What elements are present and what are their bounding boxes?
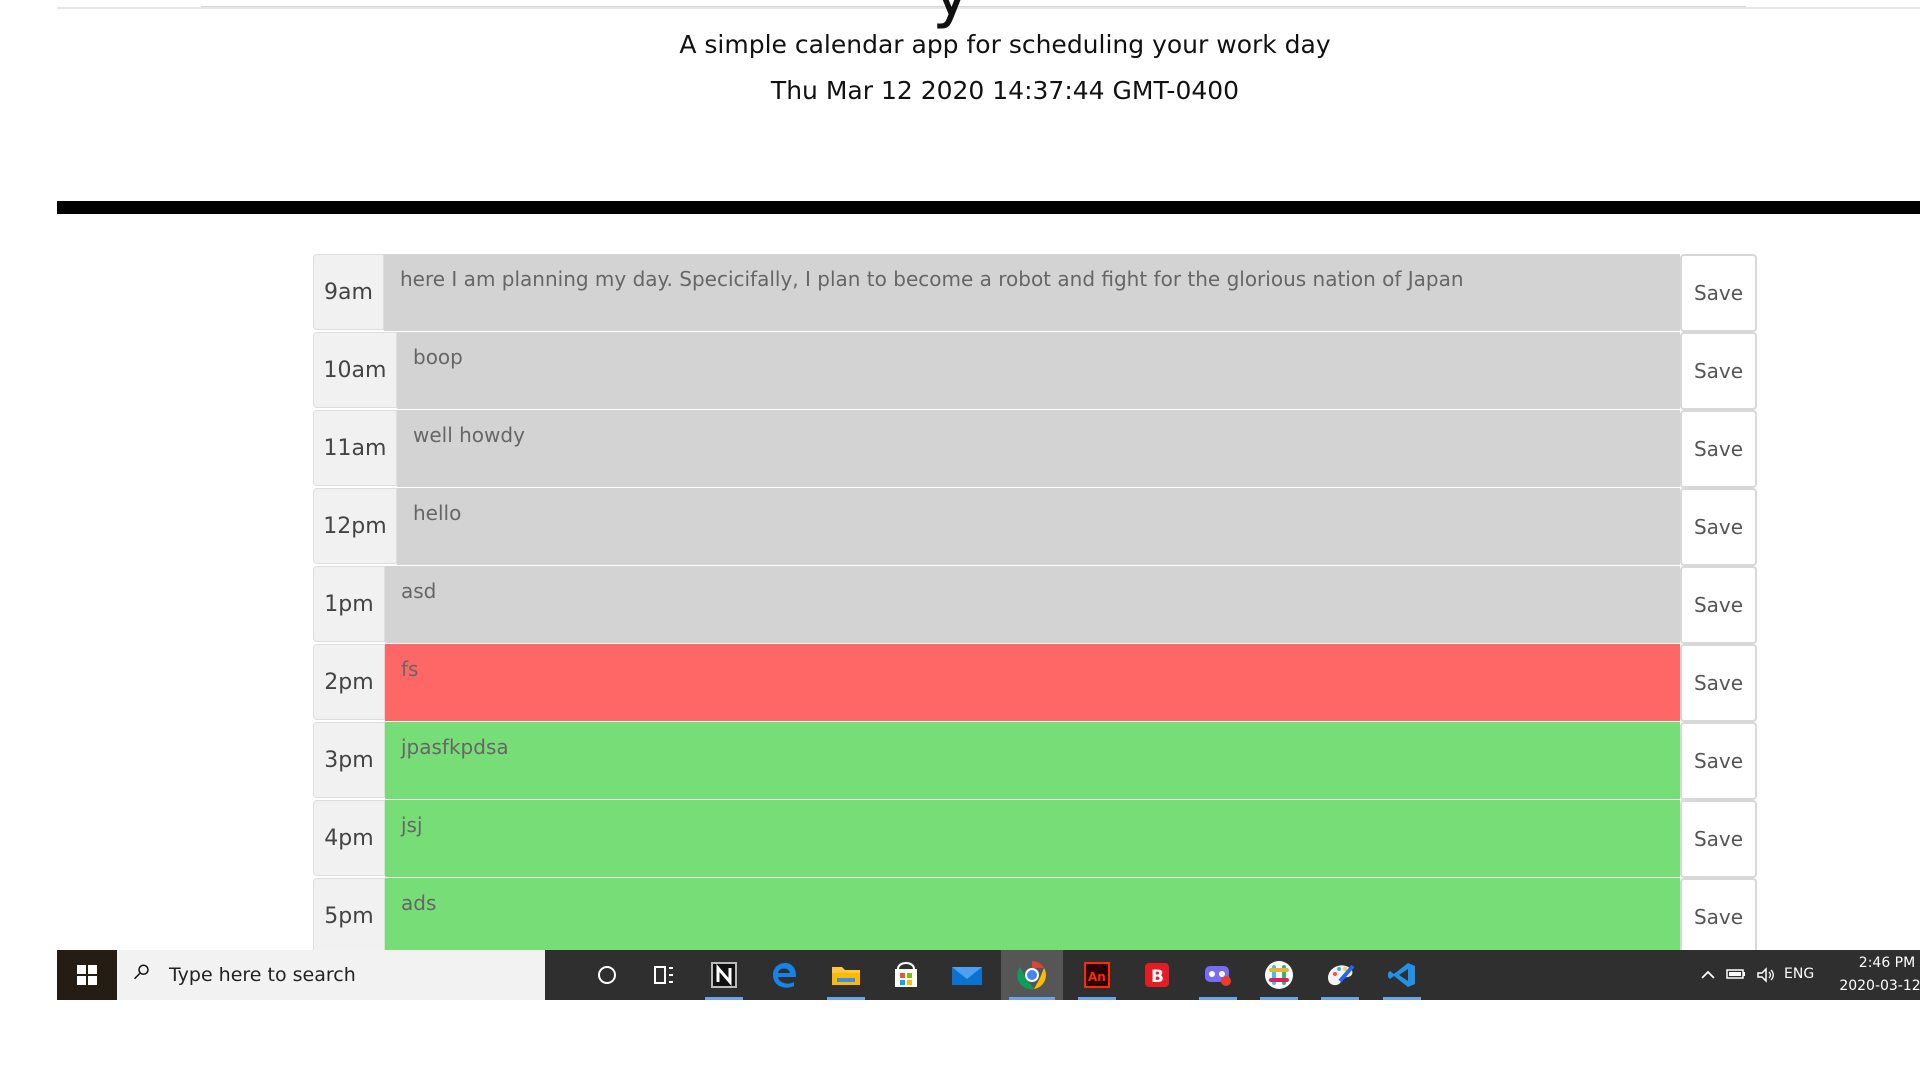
- cortana-icon[interactable]: [580, 950, 634, 1000]
- time-block-3pm: 3pm Save: [313, 722, 1757, 800]
- search-icon: [133, 964, 149, 980]
- taskbar-search-box[interactable]: Type here to search: [117, 950, 545, 1000]
- description-input[interactable]: [385, 722, 1680, 799]
- time-block-1pm: 1pm Save: [313, 566, 1757, 644]
- screen: y A simple calendar app for scheduling y…: [0, 0, 1920, 1080]
- edge-icon[interactable]: [757, 950, 811, 1000]
- language-indicator[interactable]: ENG: [1784, 966, 1814, 982]
- chevron-up-icon[interactable]: [1699, 966, 1717, 984]
- svg-text:An: An: [1088, 970, 1106, 984]
- hour-label: 9am: [313, 254, 384, 330]
- time-block-9am: 9am Save: [313, 254, 1757, 332]
- taskbar-search-placeholder: Type here to search: [169, 964, 356, 986]
- save-button[interactable]: Save: [1680, 332, 1757, 410]
- clock-time[interactable]: 2:46 PM: [1853, 955, 1920, 971]
- save-button[interactable]: Save: [1680, 878, 1757, 950]
- hour-label: 11am: [313, 410, 397, 486]
- mail-icon[interactable]: [940, 950, 994, 1000]
- description-input[interactable]: [397, 410, 1680, 487]
- description-input[interactable]: [397, 332, 1680, 409]
- hour-label: 4pm: [313, 800, 385, 876]
- page-title-fragment: y: [932, 0, 971, 26]
- save-button[interactable]: Save: [1680, 800, 1757, 878]
- chrome-icon[interactable]: [1001, 950, 1063, 1000]
- time-block-11am: 11am Save: [313, 410, 1757, 488]
- svg-text:B: B: [1151, 967, 1164, 987]
- save-button[interactable]: Save: [1680, 722, 1757, 800]
- current-day: Thu Mar 12 2020 14:37:44 GMT-0400: [770, 76, 1240, 105]
- hour-label: 1pm: [313, 566, 385, 642]
- header-rule: [57, 201, 1920, 214]
- battery-icon[interactable]: [1725, 966, 1747, 982]
- page-lead: A simple calendar app for scheduling you…: [679, 30, 1331, 59]
- volume-icon[interactable]: [1755, 965, 1777, 985]
- start-button[interactable]: [57, 950, 117, 1000]
- time-block-4pm: 4pm Save: [313, 800, 1757, 878]
- system-tray: ENG 2:46 PM 2020-03-12: [1674, 950, 1920, 1000]
- time-block-12pm: 12pm Save: [313, 488, 1757, 566]
- animate-icon[interactable]: An: [1070, 950, 1124, 1000]
- planner: 9am Save 10am Save 11am Save 12pm Save 1: [313, 254, 1757, 950]
- save-button[interactable]: Save: [1680, 644, 1757, 722]
- task-view-icon[interactable]: [637, 950, 691, 1000]
- store-icon[interactable]: [879, 950, 933, 1000]
- slack-icon[interactable]: [1252, 950, 1306, 1000]
- screen-bottom-margin: [0, 1000, 1920, 1080]
- paint-icon[interactable]: [1313, 950, 1367, 1000]
- hour-label: 2pm: [313, 644, 385, 720]
- hour-label: 5pm: [313, 878, 385, 950]
- description-input[interactable]: [385, 566, 1680, 643]
- description-input[interactable]: [384, 254, 1680, 331]
- windows-start-icon: [76, 964, 98, 986]
- hour-label: 12pm: [313, 488, 397, 564]
- clock-date[interactable]: 2020-03-12: [1838, 978, 1920, 994]
- description-input[interactable]: [385, 878, 1680, 950]
- description-input[interactable]: [397, 488, 1680, 565]
- description-input[interactable]: [385, 644, 1680, 721]
- game-bar-icon[interactable]: [1191, 950, 1245, 1000]
- top-divider-inner: [201, 6, 1746, 7]
- save-button[interactable]: Save: [1680, 566, 1757, 644]
- windows-taskbar: Type here to search An B ENG 2:46 PM 202…: [57, 950, 1920, 1000]
- description-input[interactable]: [385, 800, 1680, 877]
- notion-icon[interactable]: [697, 950, 751, 1000]
- save-button[interactable]: Save: [1680, 254, 1757, 332]
- save-button[interactable]: Save: [1680, 410, 1757, 488]
- time-block-10am: 10am Save: [313, 332, 1757, 410]
- hour-label: 3pm: [313, 722, 385, 798]
- time-block-5pm: 5pm Save: [313, 878, 1757, 950]
- top-divider: [57, 7, 1920, 9]
- file-explorer-icon[interactable]: [819, 950, 873, 1000]
- vscode-icon[interactable]: [1375, 950, 1429, 1000]
- browser-page: y A simple calendar app for scheduling y…: [57, 0, 1920, 950]
- save-button[interactable]: Save: [1680, 488, 1757, 566]
- time-block-2pm: 2pm Save: [313, 644, 1757, 722]
- hour-label: 10am: [313, 332, 397, 408]
- b-app-icon[interactable]: B: [1130, 950, 1184, 1000]
